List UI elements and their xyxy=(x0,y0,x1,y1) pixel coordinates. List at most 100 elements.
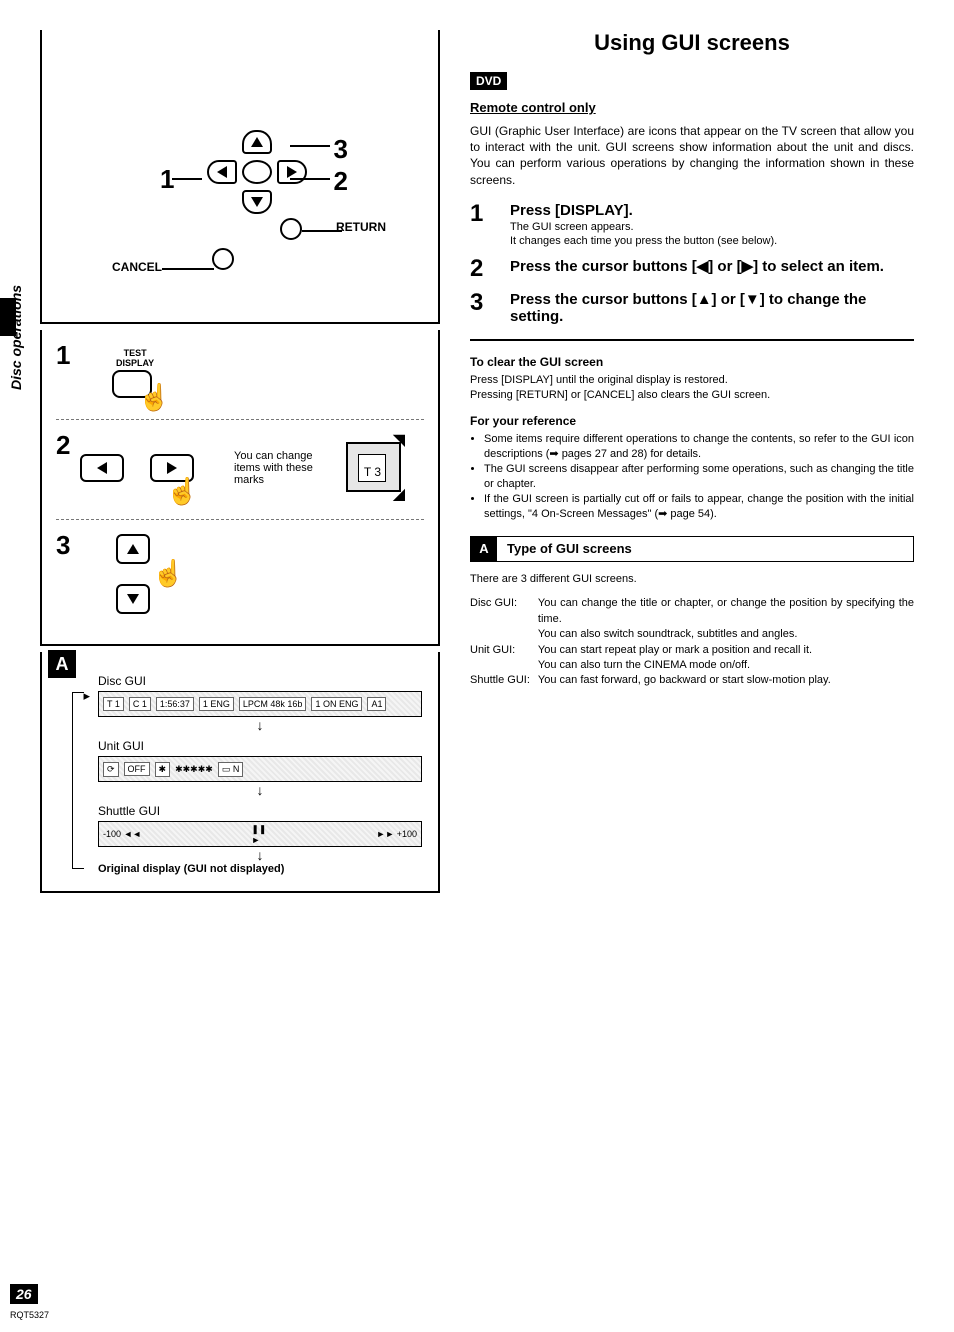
left-cursor-button xyxy=(80,454,124,482)
instruction-step-1: 1 Press [DISPLAY]. The GUI screen appear… xyxy=(470,202,914,247)
return-button-icon xyxy=(280,218,302,240)
type-unit-desc: You can start repeat play or mark a posi… xyxy=(538,643,914,674)
type-shuttle-term: Shuttle GUI: xyxy=(470,673,538,688)
gui-types-panel: A Disc GUI T 1 C 1 1:56:37 1 ENG LPCM 48… xyxy=(40,652,440,893)
up-cursor-button xyxy=(116,534,150,564)
step2-note: You can change items with these marks xyxy=(234,450,334,486)
type-row-disc: Disc GUI: You can change the title or ch… xyxy=(470,596,914,642)
gui-types-table: Disc GUI: You can change the title or ch… xyxy=(470,596,914,688)
type-disc-desc: You can change the title or chapter, or … xyxy=(538,596,914,642)
unit-gui-bar: ⟳ OFF ✱ ✱✱✱✱✱ ▭ N xyxy=(98,756,422,782)
reference-heading: For your reference xyxy=(470,414,914,428)
step1-num: 1 xyxy=(56,340,70,370)
step2-num: 2 xyxy=(56,430,70,460)
step1-sub1: The GUI screen appears. xyxy=(510,221,914,233)
step3-title: Press the cursor buttons [▲] or [▼] to c… xyxy=(510,291,914,325)
unit-off-cell: OFF xyxy=(124,762,150,776)
type-disc-term: Disc GUI: xyxy=(470,596,538,642)
disc-gui-bar: T 1 C 1 1:56:37 1 ENG LPCM 48k 16b 1 ON … xyxy=(98,691,422,717)
disc-c-cell: C 1 xyxy=(129,697,151,711)
types-intro: There are 3 different GUI screens. xyxy=(470,572,914,587)
page-title: Using GUI screens xyxy=(470,30,914,56)
step1-sub2: It changes each time you press the butto… xyxy=(510,235,914,247)
arrow-1: ↓ xyxy=(98,717,422,733)
up-button-icon xyxy=(242,130,272,154)
shuttle-gui-bar: -100 ◄◄ ❚❚► ►► +100 xyxy=(98,821,422,847)
ref-item-3: If the GUI screen is partially cut off o… xyxy=(484,492,914,522)
cycle-bracket: ▸ xyxy=(72,692,84,869)
remote-only-heading: Remote control only xyxy=(470,100,914,115)
instruction-step-2: 2 Press the cursor buttons [◀] or [▶] to… xyxy=(470,257,914,281)
diagram-label-3: 3 xyxy=(334,134,348,165)
hand-icon-3: ☝ xyxy=(152,558,184,589)
section-a-letter: A xyxy=(471,537,497,561)
cancel-label: CANCEL xyxy=(112,260,162,274)
marked-item-box: T 3 ◥ ◢ xyxy=(346,442,401,492)
shuttle-ff: ►► +100 xyxy=(376,829,417,839)
right-button-icon xyxy=(277,160,307,184)
diagram-label-2: 2 xyxy=(334,166,348,197)
right-column: Using GUI screens DVD Remote control onl… xyxy=(470,30,914,899)
unit-repeat-cell: ⟳ xyxy=(103,762,119,777)
left-button-icon xyxy=(207,160,237,184)
step1-button-label: TEST DISPLAY xyxy=(116,348,154,368)
disc-gui-label: Disc GUI xyxy=(98,674,422,688)
marked-item-inner: T 3 xyxy=(358,454,386,482)
unit-stars: ✱✱✱✱✱ xyxy=(175,764,213,775)
type-shuttle-desc: You can fast forward, go backward or sta… xyxy=(538,673,914,688)
arrow-2: ↓ xyxy=(98,782,422,798)
disc-time-cell: 1:56:37 xyxy=(156,697,194,711)
unit-marker-cell: ✱ xyxy=(155,762,171,777)
dvd-badge: DVD xyxy=(470,72,507,90)
clear-heading: To clear the GUI screen xyxy=(470,355,914,369)
clear-body-2: Pressing [RETURN] or [CANCEL] also clear… xyxy=(470,388,914,403)
hand-icon-2: ☝ xyxy=(166,476,198,507)
down-cursor-button xyxy=(116,584,150,614)
page-number: 26 xyxy=(10,1284,38,1304)
page-code: RQT5327 xyxy=(10,1310,49,1320)
type-row-unit: Unit GUI: You can start repeat play or m… xyxy=(470,643,914,674)
arrow-down-icon: ◢ xyxy=(393,484,405,504)
step2-number: 2 xyxy=(470,257,494,281)
step3-number: 3 xyxy=(470,291,494,325)
shuttle-rew: -100 ◄◄ xyxy=(103,829,141,839)
step-1-section: 1 TEST DISPLAY ☝ xyxy=(56,330,424,420)
disc-angle-cell: A1 xyxy=(367,697,386,711)
disc-lpcm-cell: LPCM 48k 16b xyxy=(239,697,307,711)
step1-number: 1 xyxy=(470,202,494,247)
step-3-section: 3 ☝ xyxy=(56,520,424,630)
type-unit-term: Unit GUI: xyxy=(470,643,538,674)
section-a-badge: A xyxy=(48,650,76,678)
return-label: RETURN xyxy=(336,220,386,234)
steps-panel: 1 TEST DISPLAY ☝ 2 ☝ You can change item… xyxy=(40,330,440,646)
step2-title: Press the cursor buttons [◀] or [▶] to s… xyxy=(510,257,914,275)
disc-t-cell: T 1 xyxy=(103,697,124,711)
enter-button-icon xyxy=(242,160,272,184)
step-2-section: 2 ☝ You can change items with these mark… xyxy=(56,420,424,520)
ref-item-1: Some items require different operations … xyxy=(484,432,914,462)
divider-1 xyxy=(470,339,914,341)
instruction-step-3: 3 Press the cursor buttons [▲] or [▼] to… xyxy=(470,291,914,325)
ref-item-2: The GUI screens disappear after performi… xyxy=(484,462,914,492)
section-a-header: A Type of GUI screens xyxy=(470,536,914,562)
intro-text: GUI (Graphic User Interface) are icons t… xyxy=(470,123,914,188)
disc-sub-cell: 1 ON ENG xyxy=(311,697,362,711)
original-display-label: Original display (GUI not displayed) xyxy=(98,863,422,875)
step3-num: 3 xyxy=(56,530,70,560)
arrow-3: ↓ xyxy=(98,847,422,863)
unit-cinema-cell: ▭ N xyxy=(218,762,244,777)
section-a-title: Type of GUI screens xyxy=(497,538,642,559)
down-button-icon xyxy=(242,190,272,214)
unit-gui-label: Unit GUI xyxy=(98,739,422,753)
left-column: 1 2 3 RETURN CANCEL xyxy=(40,30,440,899)
shuttle-gui-label: Shuttle GUI xyxy=(98,804,422,818)
reference-list: Some items require different operations … xyxy=(470,432,914,521)
clear-body-1: Press [DISPLAY] until the original displ… xyxy=(470,373,914,388)
cancel-button-icon xyxy=(212,248,234,270)
disc-audio-cell: 1 ENG xyxy=(199,697,234,711)
remote-diagram-panel: 1 2 3 RETURN CANCEL xyxy=(40,30,440,324)
hand-icon-1: ☝ xyxy=(138,382,170,413)
side-section-label: Disc operations xyxy=(8,285,24,390)
shuttle-pause: ❚❚► xyxy=(251,824,266,845)
arrow-up-icon: ◥ xyxy=(393,430,405,450)
